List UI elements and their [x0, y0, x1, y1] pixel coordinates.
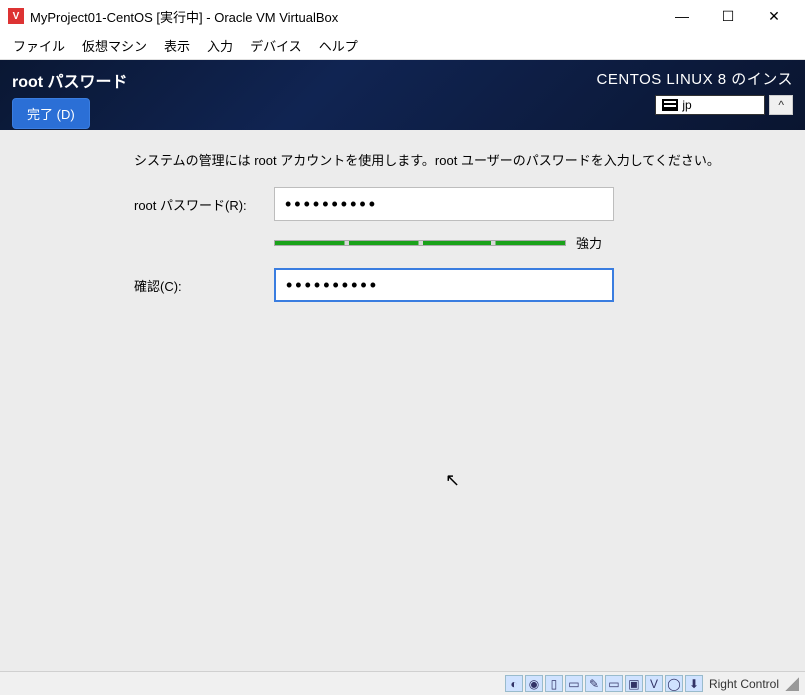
shared-folders-icon[interactable]: ▭: [605, 675, 623, 692]
window-titlebar: V MyProject01-CentOS [実行中] - Oracle VM V…: [0, 0, 805, 32]
audio-icon[interactable]: ▯: [545, 675, 563, 692]
confirm-password-input[interactable]: [274, 268, 614, 302]
resize-grip-icon[interactable]: [785, 677, 799, 691]
virtualbox-app-icon: V: [8, 8, 24, 24]
installer-header: root パスワード 完了 (D) CENTOS LINUX 8 のインス jp…: [0, 60, 805, 130]
network-icon[interactable]: ▭: [565, 675, 583, 692]
mouse-cursor-icon: ↖: [445, 470, 460, 491]
processor-icon[interactable]: ◯: [665, 675, 683, 692]
close-button[interactable]: ✕: [751, 1, 797, 31]
keyboard-layout-indicator[interactable]: jp: [655, 95, 765, 115]
confirm-label: 確認(C):: [14, 276, 274, 295]
display-icon[interactable]: ▣: [625, 675, 643, 692]
page-title: root パスワード: [12, 68, 597, 92]
maximize-button[interactable]: ☐: [705, 1, 751, 31]
menu-devices[interactable]: デバイス: [243, 33, 309, 58]
window-controls: — ☐ ✕: [659, 1, 797, 31]
installer-content: システムの管理には root アカウントを使用します。root ユーザーのパスワ…: [0, 130, 805, 671]
confirm-row: 確認(C):: [14, 268, 791, 302]
password-label: root パスワード(R):: [14, 195, 274, 214]
password-strength-label: 強力: [576, 233, 602, 252]
menu-machine[interactable]: 仮想マシン: [75, 33, 154, 58]
recording-icon[interactable]: V: [645, 675, 663, 692]
menu-help[interactable]: ヘルプ: [312, 33, 365, 58]
done-button[interactable]: 完了 (D): [12, 98, 90, 129]
menubar: ファイル 仮想マシン 表示 入力 デバイス ヘルプ: [0, 32, 805, 60]
instruction-text: システムの管理には root アカウントを使用します。root ユーザーのパスワ…: [134, 150, 791, 169]
mouse-integration-icon[interactable]: ⬇: [685, 675, 703, 692]
optical-disk-icon[interactable]: ◉: [525, 675, 543, 692]
menu-input[interactable]: 入力: [200, 33, 240, 58]
password-strength-meter: [274, 240, 566, 246]
usb-icon[interactable]: ✎: [585, 675, 603, 692]
vm-statusbar: ◐ ◉ ▯ ▭ ✎ ▭ ▣ V ◯ ⬇ Right Control: [0, 671, 805, 695]
host-key-label: Right Control: [709, 677, 779, 691]
root-password-input[interactable]: [274, 187, 614, 221]
strength-row: 強力: [274, 233, 791, 252]
keyboard-layout-label: jp: [682, 98, 691, 112]
distro-title: CENTOS LINUX 8 のインス: [597, 68, 793, 89]
minimize-button[interactable]: —: [659, 1, 705, 31]
window-title: MyProject01-CentOS [実行中] - Oracle VM Vir…: [30, 7, 659, 26]
password-row: root パスワード(R):: [14, 187, 791, 221]
hard-disk-icon[interactable]: ◐: [505, 675, 523, 692]
menu-file[interactable]: ファイル: [6, 33, 72, 58]
keyboard-switch-button[interactable]: ^: [769, 95, 793, 115]
menu-view[interactable]: 表示: [157, 33, 197, 58]
keyboard-icon: [662, 99, 678, 111]
